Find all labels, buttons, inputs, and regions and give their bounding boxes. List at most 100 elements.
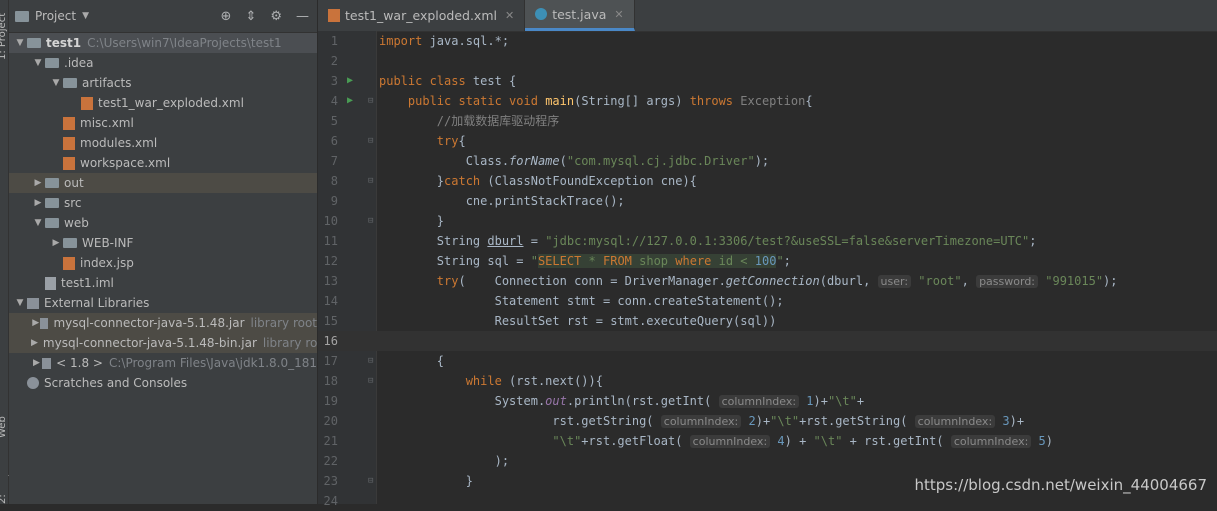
tree-item[interactable]: ▶ WEB-INF [9, 233, 317, 253]
code-text: ResultSet rst = stmt.executeQuery(sql)) [379, 314, 777, 328]
tool-window-strip: 1: Project Web 2: Favorites [0, 0, 19, 504]
java-file-icon [535, 8, 548, 20]
collapse-all-icon[interactable]: ⇕ [245, 9, 256, 24]
code-line[interactable]: 18 ⊟ while (rst.next()){ [318, 371, 1217, 391]
expand-arrow-icon[interactable]: ▼ [13, 33, 27, 53]
tree-item[interactable]: ▼ test1 C:\Users\win7\IdeaProjects\test1 [9, 33, 317, 53]
project-tool-tab[interactable]: 1: Project [0, 4, 8, 60]
code-line[interactable]: 11 String dburl = "jdbc:mysql://127.0.0.… [318, 231, 1217, 251]
line-number: 22 [323, 454, 338, 468]
run-icon[interactable]: ▶ [347, 91, 353, 111]
tree-item[interactable]: test1.iml [9, 273, 317, 293]
code-line[interactable]: 13 try( Connection conn = DriverManager.… [318, 271, 1217, 291]
close-icon[interactable]: ✕ [614, 8, 623, 21]
chevron-down-icon[interactable]: ▼ [82, 11, 89, 21]
code-text: { [379, 354, 445, 368]
expand-arrow-icon[interactable]: ▼ [31, 53, 45, 73]
collapse-arrow-icon[interactable]: ▶ [31, 333, 38, 353]
code-line[interactable]: 12 String sql = "SELECT * FROM shop wher… [318, 251, 1217, 271]
line-number: 15 [323, 314, 338, 328]
lib-icon [40, 317, 49, 329]
code-line[interactable]: 16 [318, 331, 1217, 351]
line-number: 8 [330, 174, 338, 188]
tree-item-hint: library root [262, 336, 318, 350]
collapse-arrow-icon[interactable]: ▶ [31, 173, 45, 193]
code-text: while (rst.next()){ [465, 374, 603, 388]
line-number: 20 [323, 414, 338, 428]
line-number: 13 [323, 274, 338, 288]
fold-icon[interactable]: ⊟ [368, 91, 373, 111]
collapse-arrow-icon[interactable]: ▶ [31, 193, 45, 213]
tree-item[interactable]: ▼ artifacts [9, 73, 317, 93]
code-line[interactable]: 6 ⊟ try{ [318, 131, 1217, 151]
code-line[interactable]: 20 rst.getString( columnIndex: 2)+"\t"+r… [318, 411, 1217, 431]
code-line[interactable]: 7 Class.forName("com.mysql.cj.jdbc.Drive… [318, 151, 1217, 171]
code-area[interactable]: 1 import java.sql.*; 2 3 ▶ public class test … [318, 31, 1217, 511]
code-line[interactable]: 21 "\t"+rst.getFloat( columnIndex: 4) + … [318, 431, 1217, 451]
tree-item[interactable]: ▶ src [9, 193, 317, 213]
tree-item[interactable]: ▼ External Libraries [9, 293, 317, 313]
fold-icon[interactable]: ⊟ [368, 371, 373, 391]
code-line[interactable]: 24 [318, 491, 1217, 511]
tree-item[interactable]: index.jsp [9, 253, 317, 273]
editor-tab-label: test1_war_exploded.xml [345, 8, 497, 23]
fold-icon[interactable]: ⊟ [368, 171, 373, 191]
tree-item[interactable]: ▶ mysql-connector-java-5.1.48.jar library … [9, 313, 317, 333]
code-text: try( Connection conn = DriverManager.get… [436, 274, 1118, 288]
expand-arrow-icon[interactable]: ▼ [49, 73, 63, 93]
editor-tab[interactable]: test1_war_exploded.xml ✕ [318, 0, 526, 31]
xml-icon [63, 136, 75, 150]
code-text: String sql = "SELECT * FROM shop where i… [379, 254, 791, 268]
web-tool-tab[interactable]: Web [0, 398, 8, 438]
fold-icon[interactable]: ⊟ [368, 351, 373, 371]
project-view-selector[interactable]: Project [35, 9, 76, 23]
code-line[interactable]: 5 //加载数据库驱动程序 [318, 111, 1217, 131]
code-line[interactable]: 14 Statement stmt = conn.createStatement… [318, 291, 1217, 311]
code-line[interactable]: 22 ); [318, 451, 1217, 471]
line-number: 11 [323, 234, 338, 248]
run-icon[interactable]: ▶ [347, 71, 353, 91]
code-text: rst.getString( columnIndex: 2)+"\t"+rst.… [379, 414, 1025, 428]
code-line[interactable]: 15 ResultSet rst = stmt.executeQuery(sql… [318, 311, 1217, 331]
close-icon[interactable]: ✕ [505, 9, 514, 22]
code-line[interactable]: 4 ▶ ⊟ public static void main(String[] arg… [318, 91, 1217, 111]
tree-item[interactable]: Scratches and Consoles [9, 373, 317, 393]
collapse-arrow-icon[interactable]: ▶ [31, 313, 40, 333]
code-line[interactable]: 8 ⊟ }catch (ClassNotFoundException cne){ [318, 171, 1217, 191]
tree-item[interactable]: ▼ web [9, 213, 317, 233]
tree-item[interactable]: ▶ mysql-connector-java-5.1.48-bin.jar libr… [9, 333, 317, 353]
code-line[interactable]: 17 ⊟ { [318, 351, 1217, 371]
code-line[interactable]: 3 ▶ public class test { [318, 71, 1217, 91]
code-text: //加载数据库驱动程序 [436, 114, 560, 128]
code-line[interactable]: 10 ⊟ } [318, 211, 1217, 231]
tree-item[interactable]: modules.xml [9, 133, 317, 153]
gear-icon[interactable]: ⚙ [270, 9, 282, 24]
fold-icon[interactable]: ⊟ [368, 131, 373, 151]
tree-item[interactable]: ▶ < 1.8 > C:\Program Files\Java\jdk1.8.0_1… [9, 353, 317, 373]
tree-item[interactable]: ▶ out [9, 173, 317, 193]
editor-tab[interactable]: test.java ✕ [525, 0, 635, 31]
tree-item-label: mysql-connector-java-5.1.48-bin.jar [42, 336, 257, 350]
locate-icon[interactable]: ⊕ [221, 9, 232, 24]
tree-item[interactable]: ▼ .idea [9, 53, 317, 73]
iml-icon [45, 276, 56, 290]
code-text: import java.sql.*; [379, 34, 510, 48]
expand-arrow-icon[interactable]: ▼ [13, 293, 27, 313]
tree-item[interactable]: test1_war_exploded.xml [9, 93, 317, 113]
collapse-arrow-icon[interactable]: ▶ [31, 353, 42, 373]
editor-tab-bar: test1_war_exploded.xml ✕ test.java ✕ [318, 0, 1217, 32]
line-number: 12 [323, 254, 338, 268]
tree-item-label: test1_war_exploded.xml [98, 96, 244, 110]
expand-arrow-icon[interactable]: ▼ [31, 213, 45, 233]
tree-item[interactable]: misc.xml [9, 113, 317, 133]
tree-item[interactable]: workspace.xml [9, 153, 317, 173]
code-line[interactable]: 1 import java.sql.*; [318, 31, 1217, 51]
code-line[interactable]: 9 cne.printStackTrace(); [318, 191, 1217, 211]
code-line[interactable]: 2 [318, 51, 1217, 71]
fold-icon[interactable]: ⊟ [368, 211, 373, 231]
hide-icon[interactable]: — [296, 9, 309, 24]
fold-icon[interactable]: ⊟ [368, 471, 373, 491]
collapse-arrow-icon[interactable]: ▶ [49, 233, 63, 253]
code-line[interactable]: 19 System.out.println(rst.getInt( column… [318, 391, 1217, 411]
line-number: 9 [330, 194, 338, 208]
